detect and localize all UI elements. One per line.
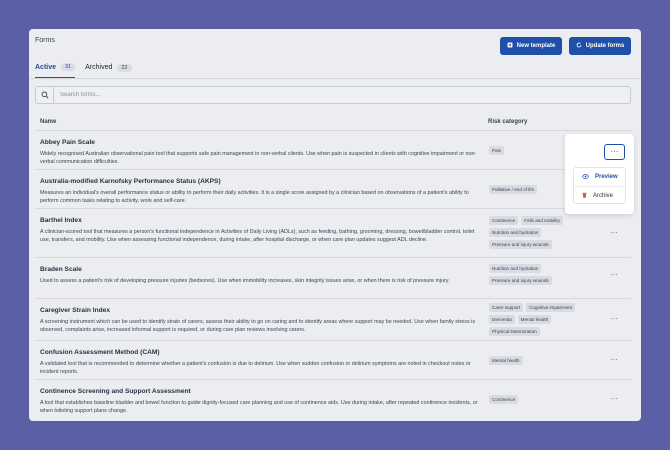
row-menu-button[interactable]: ···	[610, 356, 618, 364]
tab-divider	[29, 78, 641, 79]
risk-tag: Continence	[489, 216, 519, 225]
table-row[interactable]: Braden Scale Used to assess a patient's …	[35, 258, 631, 299]
row-menu-button[interactable]: ···	[610, 315, 618, 323]
tab-count: 22	[117, 63, 132, 72]
new-template-button[interactable]: New template	[500, 37, 562, 55]
forms-table: Name Risk category Abbey Pain Scale Wide…	[35, 115, 631, 420]
risk-tag: Carer support	[489, 303, 524, 312]
form-title: Abbey Pain Scale	[40, 139, 95, 146]
risk-tag: Mental health	[517, 315, 552, 324]
menu-item-preview[interactable]: Preview	[574, 168, 625, 186]
risk-tag: Pressure and injury wounds	[489, 240, 552, 249]
column-header-risk: Risk category	[488, 119, 528, 125]
tab-label: Archived	[85, 64, 113, 71]
table-row[interactable]: Abbey Pain Scale Widely recognised Austr…	[35, 131, 631, 170]
page-title: Forms	[35, 37, 55, 44]
search-bar	[35, 86, 631, 104]
table-row[interactable]: Confusion Assessment Method (CAM) A vali…	[35, 341, 631, 380]
form-title: Australia-modified Karnofsky Performance…	[40, 178, 221, 185]
table-row[interactable]: Continence Screening and Support Assessm…	[35, 380, 631, 420]
row-menu-button-active[interactable]: ···	[604, 144, 625, 160]
form-description: A screening instrument which can be used…	[40, 319, 476, 333]
table-row[interactable]: Australia-modified Karnofsky Performance…	[35, 170, 631, 209]
tab-label: Active	[35, 63, 57, 71]
menu-item-label: Archive	[593, 192, 614, 199]
form-title: Barthel Index	[40, 217, 82, 224]
plus-square-icon	[507, 42, 513, 50]
update-forms-button[interactable]: Update forms	[569, 37, 631, 55]
menu-item-label: Preview	[595, 174, 618, 180]
form-description: A tool that establishes baseline bladder…	[40, 400, 478, 414]
risk-tags: Continence Falls and mobility Nutrition …	[489, 216, 599, 249]
menu-item-archive[interactable]: Archive	[574, 186, 625, 204]
form-description: Used to assess a patient's risk of devel…	[40, 278, 450, 284]
risk-tag: Pain	[489, 146, 505, 155]
form-title: Caregiver Strain Index	[40, 307, 110, 314]
form-title: Confusion Assessment Method (CAM)	[40, 349, 160, 356]
risk-tags: Mental health	[489, 356, 599, 365]
risk-tag: Cognitive impairment	[526, 303, 576, 312]
risk-tag: Continence	[489, 395, 519, 404]
risk-tag: Nutrition and hydration	[489, 228, 542, 237]
risk-tag: Physical Deterioration	[489, 327, 540, 336]
row-menu-button[interactable]: ···	[610, 229, 618, 237]
form-title: Continence Screening and Support Assessm…	[40, 388, 191, 395]
search-button[interactable]	[36, 87, 54, 103]
tab-active[interactable]: Active 31	[35, 63, 76, 78]
risk-tags: Nutrition and hydration Pressure and inj…	[489, 264, 599, 285]
search-input[interactable]	[54, 87, 630, 103]
risk-tag: Mental health	[489, 356, 523, 365]
risk-tag: Pressure and injury wounds	[489, 276, 552, 285]
tab-archived[interactable]: Archived 22	[85, 63, 132, 78]
risk-tag: Palliative / end of life	[489, 185, 538, 194]
trash-icon	[582, 192, 587, 200]
table-header: Name Risk category	[35, 115, 631, 131]
risk-tags: Carer support Cognitive impairment Demen…	[489, 303, 599, 336]
table-row[interactable]: Barthel Index A clinician-scored tool th…	[35, 209, 631, 258]
table-row[interactable]: Caregiver Strain Index A screening instr…	[35, 299, 631, 341]
eye-icon	[581, 173, 590, 181]
new-template-label: New template	[516, 43, 556, 49]
risk-tag: Nutrition and hydration	[489, 264, 542, 273]
form-description: Widely recognised Australian observation…	[40, 151, 477, 165]
risk-tag: Falls and mobility	[521, 216, 563, 225]
risk-tag: Dementia	[489, 315, 515, 324]
form-description: A clinician-scored tool that measures a …	[40, 229, 475, 243]
tabs: Active 31 Archived 22	[35, 63, 132, 78]
risk-tags: Continence	[489, 395, 599, 404]
form-description: Measures an individual's overall perform…	[40, 190, 469, 204]
refresh-icon	[576, 42, 582, 50]
form-title: Braden Scale	[40, 266, 82, 273]
actions-menu: Preview Archive	[573, 167, 626, 204]
update-forms-label: Update forms	[585, 43, 625, 49]
row-menu-button[interactable]: ···	[610, 395, 618, 403]
search-icon	[41, 86, 49, 104]
row-actions-popover: ··· Preview Archive	[565, 134, 634, 214]
tab-count: 31	[61, 63, 76, 71]
column-header-name: Name	[40, 119, 57, 125]
form-description: A validated tool that is recommended to …	[40, 361, 471, 375]
forms-panel: Forms New template Update forms Active 3…	[29, 29, 641, 421]
row-menu-button[interactable]: ···	[610, 271, 618, 279]
